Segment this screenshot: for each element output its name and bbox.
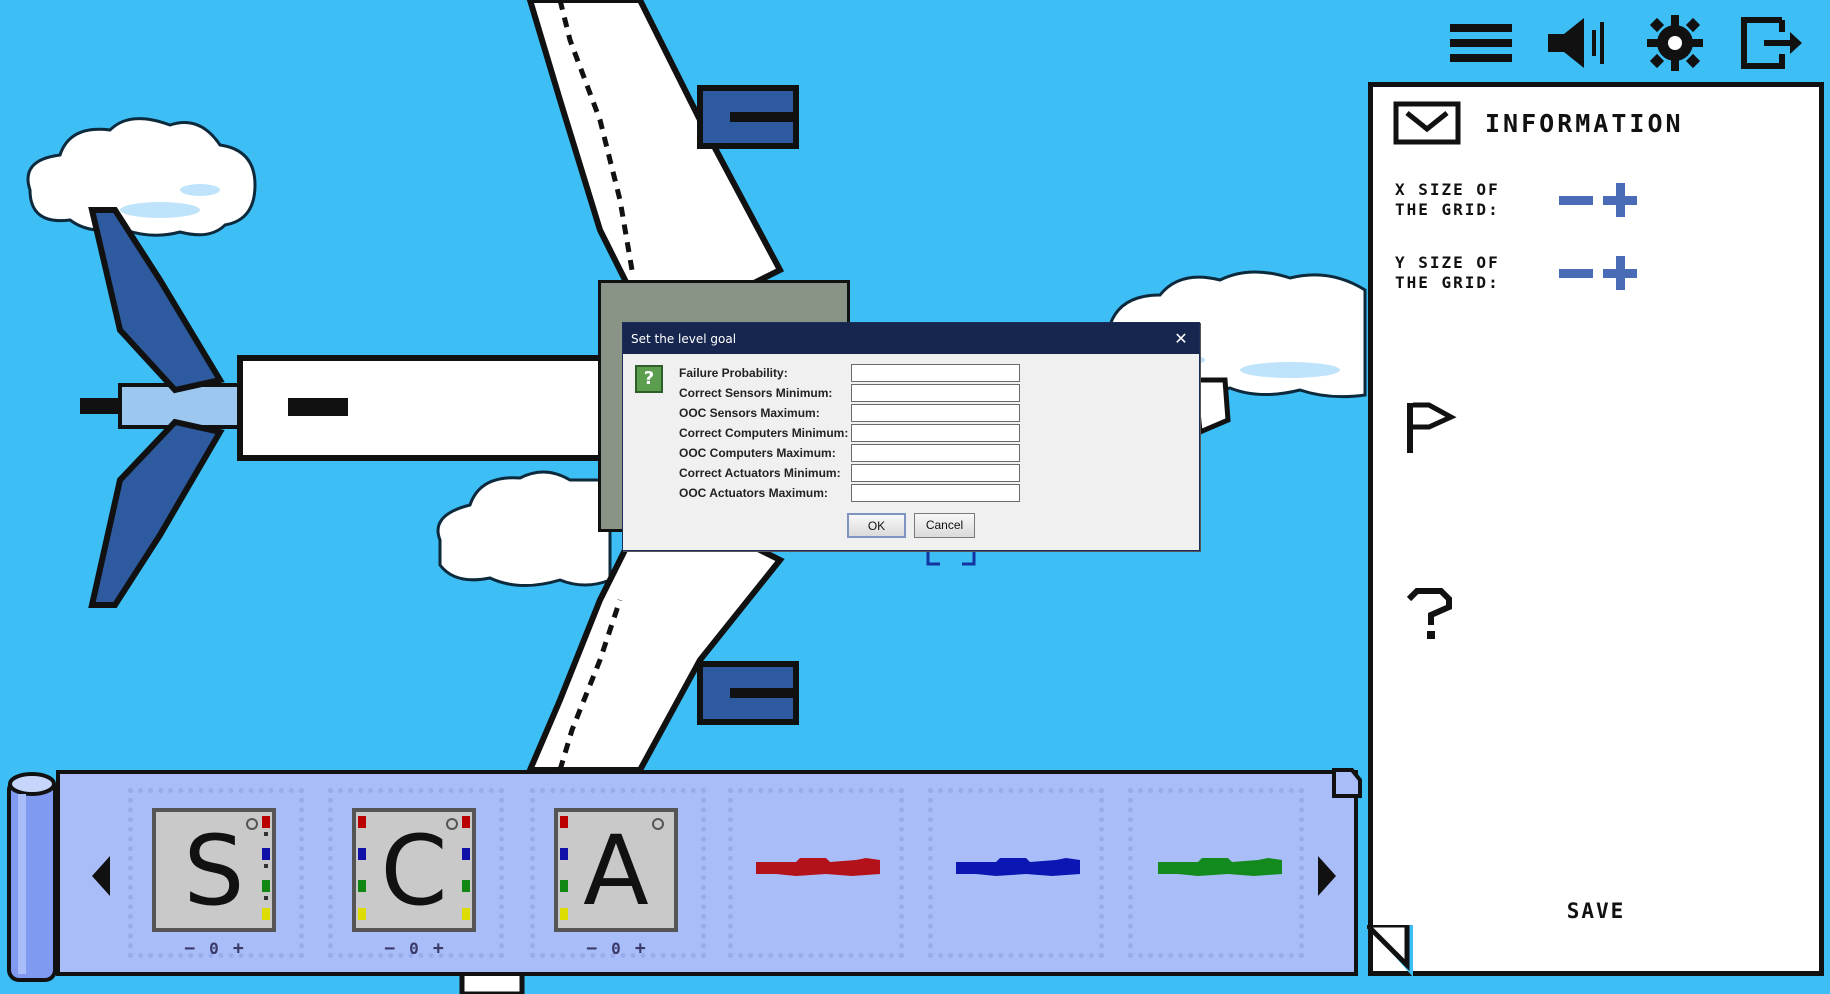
ooc-computers-max-label: OOC Computers Maximum: bbox=[679, 446, 836, 460]
ooc-actuators-max-row: OOC Actuators Maximum: bbox=[679, 484, 1020, 502]
actuator-decrease-button[interactable]: − bbox=[586, 938, 597, 959]
tray-corner-curl bbox=[1332, 768, 1362, 798]
ooc-actuators-max-label: OOC Actuators Maximum: bbox=[679, 486, 828, 500]
help-icon[interactable] bbox=[1401, 585, 1457, 641]
x-grid-size-label: X SIZE OF THE GRID: bbox=[1395, 180, 1500, 219]
correct-sensors-min-label: Correct Sensors Minimum: bbox=[679, 386, 833, 400]
correct-actuators-min-row: Correct Actuators Minimum: bbox=[679, 464, 1020, 482]
level-goal-dialog: Set the level goal ✕ ? Failure Probabili… bbox=[622, 322, 1200, 551]
ooc-sensors-max-input[interactable] bbox=[851, 404, 1020, 422]
computer-increase-button[interactable]: + bbox=[433, 938, 444, 959]
correct-computers-min-row: Correct Computers Minimum: bbox=[679, 424, 1020, 442]
green-wire[interactable] bbox=[1158, 852, 1282, 882]
cloud-top-left bbox=[26, 117, 257, 237]
computer-count: 0 bbox=[409, 939, 419, 958]
actuator-count: 0 bbox=[611, 939, 621, 958]
y-grid-decrease-button[interactable] bbox=[1555, 252, 1597, 294]
computer-component[interactable]: C bbox=[352, 808, 476, 932]
information-panel: INFORMATION X SIZE OF THE GRID: Y SIZE O… bbox=[1367, 82, 1824, 977]
computer-port-markers bbox=[358, 816, 470, 920]
red-wire[interactable] bbox=[756, 852, 880, 882]
correct-actuators-min-label: Correct Actuators Minimum: bbox=[679, 466, 841, 480]
menu-icon[interactable] bbox=[1446, 12, 1516, 74]
ooc-actuators-max-input[interactable] bbox=[851, 484, 1020, 502]
correct-computers-min-label: Correct Computers Minimum: bbox=[679, 426, 849, 440]
ooc-sensors-max-label: OOC Sensors Maximum: bbox=[679, 406, 820, 420]
computer-decrease-button[interactable]: − bbox=[384, 938, 395, 959]
actuator-counter: − 0 + bbox=[554, 938, 678, 959]
failure-probability-label: Failure Probability: bbox=[679, 366, 788, 380]
exit-icon[interactable] bbox=[1738, 12, 1808, 74]
correct-sensors-min-row: Correct Sensors Minimum: bbox=[679, 384, 1020, 402]
ok-button[interactable]: OK bbox=[847, 513, 906, 538]
sensor-port-markers bbox=[246, 816, 270, 920]
tray-scroll-left-arrow[interactable] bbox=[88, 852, 112, 900]
failure-probability-input[interactable] bbox=[851, 364, 1020, 382]
correct-actuators-min-input[interactable] bbox=[851, 464, 1020, 482]
game-scene: INFORMATION X SIZE OF THE GRID: Y SIZE O… bbox=[0, 0, 1830, 994]
computer-counter: − 0 + bbox=[352, 938, 476, 959]
dialog-title-bar: Set the level goal ✕ bbox=[623, 323, 1199, 354]
save-button[interactable]: SAVE bbox=[1373, 899, 1819, 923]
tray-scroll-right-arrow[interactable] bbox=[1316, 852, 1340, 900]
page-fold-corner bbox=[1367, 925, 1413, 977]
dialog-close-button[interactable]: ✕ bbox=[1171, 329, 1191, 348]
actuator-increase-button[interactable]: + bbox=[635, 938, 646, 959]
actuator-port-markers bbox=[560, 816, 664, 920]
y-grid-size-row: Y SIZE OF THE GRID: bbox=[1395, 252, 1643, 294]
cloud-middle-left bbox=[436, 470, 612, 588]
sensor-count: 0 bbox=[209, 939, 219, 958]
sensor-counter: − 0 + bbox=[152, 938, 276, 959]
correct-sensors-min-input[interactable] bbox=[851, 384, 1020, 402]
ooc-computers-max-input[interactable] bbox=[851, 444, 1020, 462]
blue-wire[interactable] bbox=[956, 852, 1080, 882]
gear-icon[interactable] bbox=[1640, 12, 1710, 74]
x-grid-decrease-button[interactable] bbox=[1555, 179, 1597, 221]
sensor-decrease-button[interactable]: − bbox=[184, 938, 195, 959]
x-grid-size-row: X SIZE OF THE GRID: bbox=[1395, 179, 1643, 221]
speaker-icon[interactable] bbox=[1544, 12, 1614, 74]
y-grid-size-label: Y SIZE OF THE GRID: bbox=[1395, 253, 1500, 292]
failure-probability-row: Failure Probability: bbox=[679, 364, 1020, 382]
cancel-button[interactable]: Cancel bbox=[914, 513, 975, 538]
info-title: INFORMATION bbox=[1485, 108, 1684, 138]
envelope-icon bbox=[1393, 101, 1461, 145]
flag-icon[interactable] bbox=[1401, 399, 1457, 455]
y-grid-increase-button[interactable] bbox=[1599, 252, 1641, 294]
ooc-sensors-max-row: OOC Sensors Maximum: bbox=[679, 404, 1020, 422]
sensor-increase-button[interactable]: + bbox=[233, 938, 244, 959]
question-icon: ? bbox=[635, 365, 663, 393]
dialog-title: Set the level goal bbox=[631, 331, 737, 346]
ooc-computers-max-row: OOC Computers Maximum: bbox=[679, 444, 1020, 462]
correct-computers-min-input[interactable] bbox=[851, 424, 1020, 442]
actuator-component[interactable]: A bbox=[554, 808, 678, 932]
x-grid-increase-button[interactable] bbox=[1599, 179, 1641, 221]
tray-scroll-roll bbox=[7, 772, 57, 982]
sensor-component[interactable]: S bbox=[152, 808, 276, 932]
info-header: INFORMATION bbox=[1393, 101, 1684, 145]
